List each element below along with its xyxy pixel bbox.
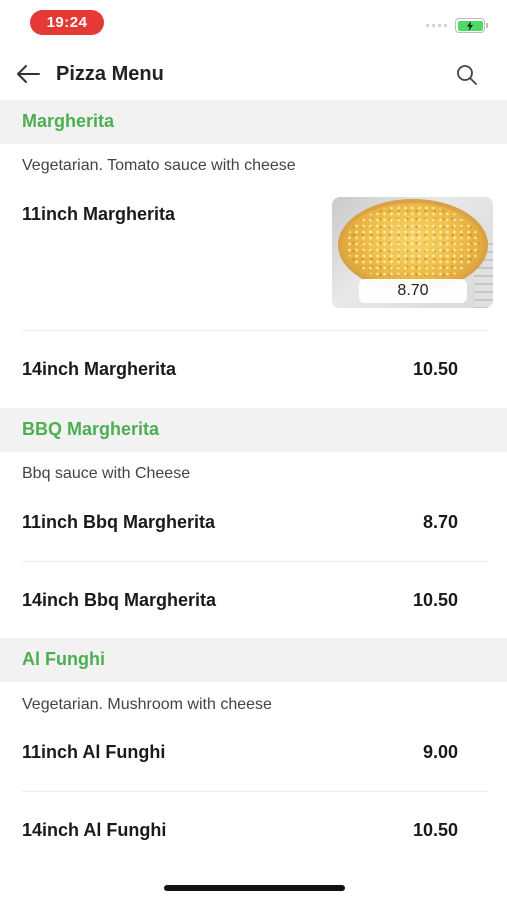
item-price: 10.50 — [412, 590, 458, 610]
section-header-bbq-margherita: BBQ Margherita — [0, 408, 507, 452]
section-header-margherita: Margherita — [0, 100, 507, 144]
search-button[interactable] — [454, 62, 480, 88]
item-price-badge: 8.70 — [359, 279, 467, 303]
item-price: 10.50 — [412, 820, 458, 840]
pizza-texture — [346, 205, 480, 283]
home-indicator[interactable] — [164, 885, 345, 891]
arrow-left-icon — [17, 65, 40, 83]
menu-item-14inch-al-funghi[interactable]: 14inch Al Funghi 10.50 — [0, 792, 507, 868]
menu-item-14inch-bbq-margherita[interactable]: 14inch Bbq Margherita 10.50 — [0, 562, 507, 638]
item-name: 14inch Margherita — [22, 359, 177, 379]
section-title: Al Funghi — [22, 649, 105, 669]
section-description: Bbq sauce with Cheese — [22, 465, 191, 482]
section-header-al-funghi: Al Funghi — [0, 638, 507, 682]
item-name: 14inch Al Funghi — [22, 820, 167, 840]
app-header: Pizza Menu — [0, 50, 507, 98]
item-price: 9.00 — [422, 742, 458, 762]
page-title: Pizza Menu — [56, 63, 164, 85]
back-button[interactable] — [14, 62, 42, 86]
section-description: Vegetarian. Tomato sauce with cheese — [22, 157, 296, 174]
menu-item-11inch-bbq-margherita[interactable]: 11inch Bbq Margherita 8.70 — [0, 496, 507, 560]
item-price: 8.70 — [422, 512, 458, 532]
battery-nub — [486, 23, 488, 28]
menu-item-11inch-al-funghi[interactable]: 11inch Al Funghi 9.00 — [0, 727, 507, 791]
status-time: 19:24 — [30, 10, 104, 35]
section-description: Vegetarian. Mushroom with cheese — [22, 696, 272, 713]
menu-item-14inch-margherita[interactable]: 14inch Margherita 10.50 — [0, 331, 507, 407]
item-price: 10.50 — [412, 359, 458, 379]
search-icon — [457, 65, 477, 85]
item-name: 11inch Margherita — [22, 204, 176, 224]
section-title: Margherita — [22, 111, 115, 131]
item-name: 11inch Al Funghi — [22, 742, 166, 762]
pizza-image[interactable]: 8.70 — [332, 197, 493, 308]
item-name: 14inch Bbq Margherita — [22, 590, 217, 610]
section-title: BBQ Margherita — [22, 419, 160, 439]
battery-icon — [455, 18, 485, 33]
item-name: 11inch Bbq Margherita — [22, 512, 216, 532]
signal-icon — [426, 24, 447, 27]
status-bar: 19:24 — [0, 0, 507, 46]
